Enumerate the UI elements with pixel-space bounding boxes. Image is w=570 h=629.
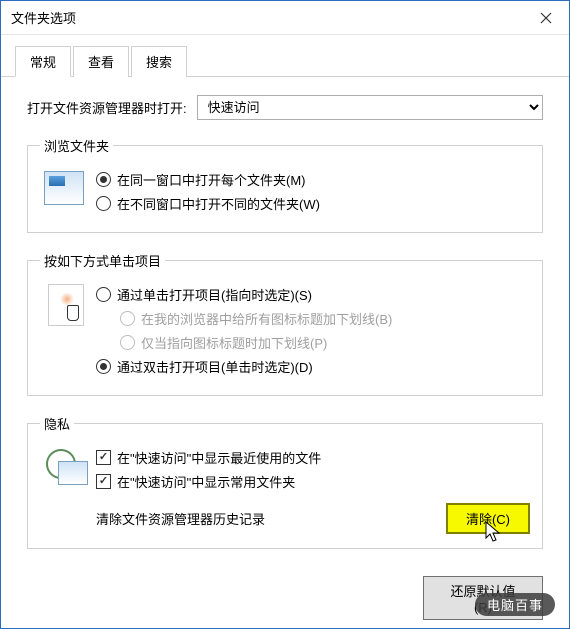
checkbox-show-recent[interactable] [96, 450, 111, 465]
open-with-label: 打开文件资源管理器时打开: [27, 98, 187, 117]
dialog-window: 文件夹选项 常规 查看 搜索 打开文件资源管理器时打开: 快速访问 浏览文件夹 [0, 0, 570, 629]
tab-strip: 常规 查看 搜索 [1, 35, 569, 77]
radio-new-window[interactable] [96, 196, 111, 211]
tab-general[interactable]: 常规 [15, 46, 71, 77]
radio-single-click-label: 通过单击打开项目(指向时选定)(S) [117, 285, 312, 304]
cursor-click-icon [48, 284, 84, 326]
dialog-body: 打开文件资源管理器时打开: 快速访问 浏览文件夹 在同一窗口中打开每个文件夹(M… [1, 77, 569, 577]
clear-button[interactable]: 清除(C) [446, 503, 530, 534]
titlebar: 文件夹选项 [1, 1, 569, 35]
checkbox-show-frequent-label: 在"快速访问"中显示常用文件夹 [117, 472, 295, 491]
restore-defaults-button[interactable]: 还原默认值(R) [423, 576, 543, 620]
clear-history-label: 清除文件资源管理器历史记录 [96, 509, 446, 528]
radio-double-click-label: 通过双击打开项目(单击时选定)(D) [117, 357, 313, 376]
open-with-row: 打开文件资源管理器时打开: 快速访问 [27, 95, 543, 120]
footer-buttons: 还原默认值(R) [423, 576, 543, 620]
radio-same-window-label: 在同一窗口中打开每个文件夹(M) [117, 170, 306, 189]
open-with-select[interactable]: 快速访问 [197, 95, 543, 120]
tab-search[interactable]: 搜索 [131, 46, 187, 77]
privacy-legend: 隐私 [40, 414, 74, 433]
checkbox-show-frequent[interactable] [96, 474, 111, 489]
radio-underline-all [120, 311, 135, 326]
privacy-fieldset: 隐私 在"快速访问"中显示最近使用的文件 在"快速访问"中显示常用文件夹 清除文… [27, 414, 543, 549]
radio-underline-point [120, 335, 135, 350]
radio-underline-point-label: 仅当指向图标标题时加下划线(P) [141, 333, 327, 352]
radio-same-window[interactable] [96, 172, 111, 187]
click-legend: 按如下方式单击项目 [40, 251, 165, 270]
tab-view[interactable]: 查看 [73, 46, 129, 77]
radio-single-click[interactable] [96, 287, 111, 302]
window-title: 文件夹选项 [11, 8, 523, 27]
clock-folder-icon [46, 447, 88, 485]
radio-new-window-label: 在不同窗口中打开不同的文件夹(W) [117, 194, 320, 213]
folder-window-icon [44, 171, 84, 205]
click-fieldset: 按如下方式单击项目 通过单击打开项目(指向时选定)(S) 在我的浏览器中给所有图… [27, 251, 543, 396]
browse-legend: 浏览文件夹 [40, 136, 113, 155]
close-button[interactable] [523, 1, 569, 35]
radio-underline-all-label: 在我的浏览器中给所有图标标题加下划线(B) [141, 309, 392, 328]
close-icon [540, 12, 552, 24]
checkbox-show-recent-label: 在"快速访问"中显示最近使用的文件 [117, 448, 321, 467]
browse-fieldset: 浏览文件夹 在同一窗口中打开每个文件夹(M) 在不同窗口中打开不同的文件夹(W) [27, 136, 543, 233]
radio-double-click[interactable] [96, 359, 111, 374]
